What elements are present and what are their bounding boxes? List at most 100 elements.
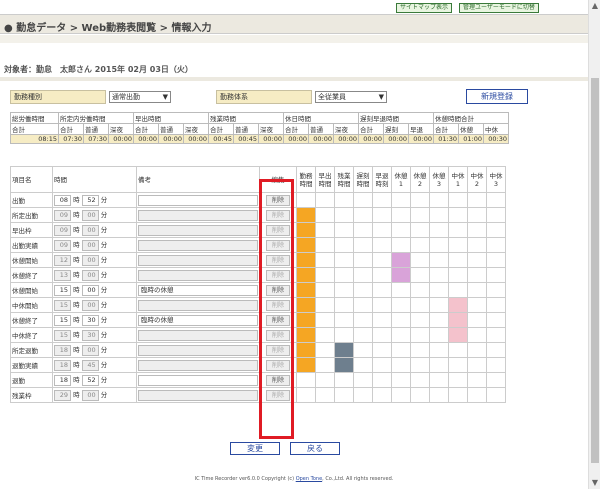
time-cell: 18 時 00 分 [52, 342, 137, 358]
table-row: 早出枠 09 時 00 分削除 [10, 222, 506, 238]
summary-subheader: 遅刻 [383, 123, 409, 135]
hour-unit: 時 [73, 241, 80, 249]
scrollbar[interactable]: ▲ ▼ [588, 0, 600, 489]
summary-subheader: 普通 [83, 123, 109, 135]
timeline-cell [353, 237, 373, 253]
summary-value: 01:30 [433, 134, 459, 144]
timeline-cell [353, 387, 373, 403]
timeline-cell [296, 342, 316, 358]
scroll-thumb[interactable] [591, 78, 599, 463]
summary-value: 07:30 [58, 134, 84, 144]
sitemap-button[interactable]: サイトマップ表示 [396, 3, 453, 13]
timeline-cell [410, 267, 430, 283]
timeline-cell [429, 357, 449, 373]
timeline-cell [448, 237, 468, 253]
timeline-cell [391, 192, 411, 208]
timeline-cell [448, 357, 468, 373]
note-cell [136, 387, 260, 403]
timeline-cell [429, 282, 449, 298]
timeline-cell [467, 267, 487, 283]
hour-unit: 時 [73, 286, 80, 294]
time-cell: 12 時 00 分 [52, 252, 137, 268]
timeline-cell [315, 237, 335, 253]
minute-input[interactable]: 30 [81, 315, 99, 326]
summary-subheader: 普通 [233, 123, 259, 135]
row-label: 所定退勤 [10, 342, 53, 358]
hour-unit: 時 [73, 391, 80, 399]
header-col: 遅刻時間 [353, 166, 373, 193]
row-label: 早出枠 [10, 222, 53, 238]
summary-value: 00:00 [408, 134, 434, 144]
new-register-button[interactable]: 新規登録 [466, 89, 528, 104]
timeline-cell [486, 252, 506, 268]
timeline-cell [296, 282, 316, 298]
row-label: 退勤 [10, 372, 53, 388]
minute-input[interactable]: 00 [81, 285, 99, 296]
hour-unit: 時 [73, 256, 80, 264]
footer-link[interactable]: Open Tone [296, 476, 322, 482]
timeline-cell [448, 327, 468, 343]
header-bar: ● 勤怠データ > Web勤務表閲覧 > 情報入力 [0, 14, 588, 34]
timeline-cell [448, 267, 468, 283]
kinmu-taikei-select[interactable]: 全従業員 ▼ [315, 91, 387, 103]
timeline-cell [429, 222, 449, 238]
timeline-cell [315, 282, 335, 298]
timeline-cell [315, 342, 335, 358]
note-input[interactable]: 臨時の休憩 [138, 314, 258, 326]
minute-input[interactable]: 52 [81, 375, 99, 386]
timeline-cell [410, 297, 430, 313]
header-col: 中休3 [486, 166, 506, 193]
summary-group: 残業時間 [208, 112, 284, 124]
hour-input[interactable]: 08 [54, 195, 71, 206]
summary-group: 休日時間 [283, 112, 359, 124]
hour-input[interactable]: 18 [54, 375, 71, 386]
timeline-cell [296, 222, 316, 238]
table-row: 所定出勤 09 時 00 分削除 [10, 207, 506, 223]
summary-subheader: 深夜 [333, 123, 359, 135]
timeline-cell [429, 267, 449, 283]
admin-mode-button[interactable]: 管理ユーザーモードに切替 [459, 3, 539, 13]
back-button[interactable]: 戻る [290, 442, 340, 455]
scroll-down-icon[interactable]: ▼ [591, 479, 599, 487]
timeline-cell [334, 282, 354, 298]
timeline-cell [448, 222, 468, 238]
minute-unit: 分 [100, 196, 108, 204]
note-cell [136, 192, 260, 208]
timeline-cell [467, 192, 487, 208]
header-band [0, 35, 588, 43]
note-input[interactable]: 臨時の休憩 [138, 284, 258, 296]
timeline-cell [372, 312, 392, 328]
timeline-cell [467, 387, 487, 403]
timeline-cell [391, 222, 411, 238]
header-item: 項目名 [10, 166, 53, 193]
hour-unit: 時 [73, 316, 80, 324]
note-input[interactable] [138, 194, 258, 206]
header-col: 休憩1 [391, 166, 411, 193]
change-button[interactable]: 変更 [230, 442, 280, 455]
minute-input: 00 [81, 270, 99, 281]
timeline-cell [334, 267, 354, 283]
note-input[interactable] [138, 374, 258, 386]
timeline-cell [429, 387, 449, 403]
timeline-cell [391, 312, 411, 328]
timeline-cell [448, 192, 468, 208]
timeline-cell [353, 342, 373, 358]
summary-subheader: 合計 [133, 123, 159, 135]
hour-input[interactable]: 15 [54, 315, 71, 326]
kinmu-shubetsu-select[interactable]: 通常出勤 ▼ [109, 91, 171, 103]
timeline-cell [467, 327, 487, 343]
scroll-up-icon[interactable]: ▲ [591, 2, 599, 10]
hour-input[interactable]: 15 [54, 285, 71, 296]
minute-input: 00 [81, 255, 99, 266]
timeline-cell [334, 252, 354, 268]
minute-input[interactable]: 52 [81, 195, 99, 206]
timeline-cell [429, 312, 449, 328]
timeline-cell [410, 372, 430, 388]
summary-group: 遅刻早退時間 [358, 112, 434, 124]
time-cell: 09 時 00 分 [52, 222, 137, 238]
table-row: 出勤 08 時 52 分削除 [10, 192, 506, 208]
timeline-cell [486, 357, 506, 373]
timeline-cell [391, 342, 411, 358]
timeline-cell [410, 237, 430, 253]
timeline-cell [486, 312, 506, 328]
